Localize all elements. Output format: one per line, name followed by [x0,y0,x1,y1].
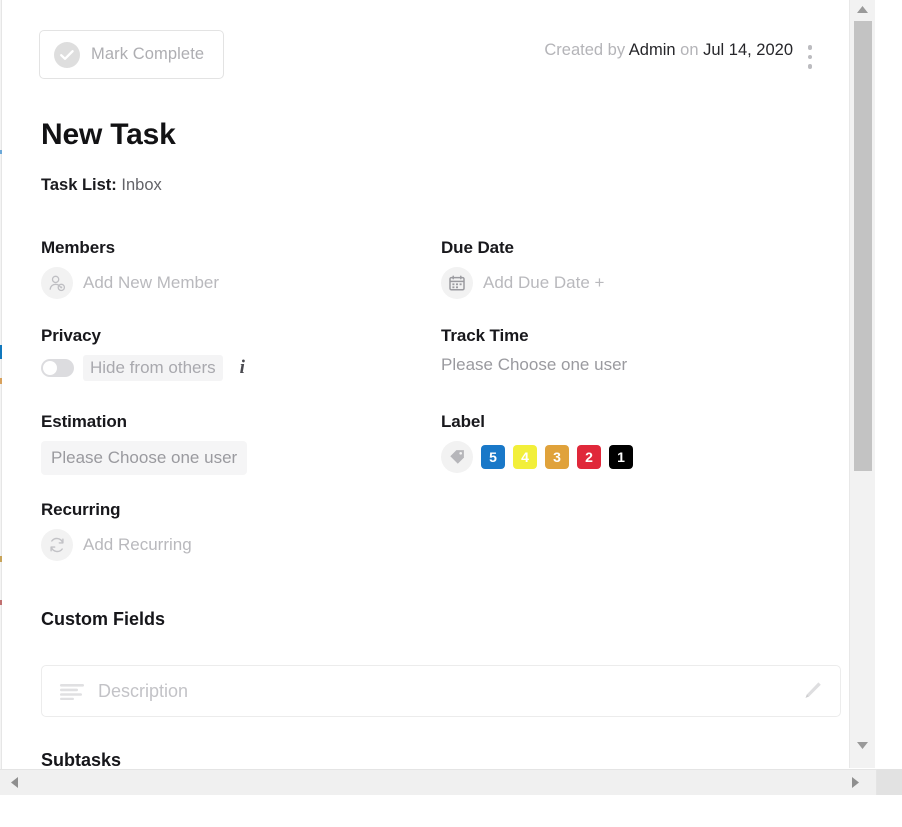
add-recurring-label: Add Recurring [83,535,192,554]
edge-color-segment [0,556,2,562]
check-circle-icon [54,41,80,68]
task-detail-window: Mark Complete Created by Admin on Jul 14… [0,0,902,827]
custom-fields-heading: Custom Fields [41,609,166,629]
mark-complete-label: Mark Complete [91,45,205,63]
label-chip-1[interactable]: 1 [609,445,633,469]
edge-color-segment [0,600,2,605]
recurring-field: Recurring Add Recurring [41,500,431,561]
estimation-value[interactable]: Please Choose one user [41,441,248,475]
edge-color-segment [0,345,2,359]
kebab-dot [807,64,813,69]
add-due-date-label: Add Due Date + [483,273,605,292]
privacy-label: Privacy [41,326,101,345]
label-chip-4[interactable]: 4 [513,445,537,469]
created-by-author: Admin [628,41,676,59]
label-chip-2[interactable]: 2 [577,445,601,469]
field-row-1: Members Add New Member Due Date Add Due … [41,238,841,326]
task-list-value[interactable]: Inbox [121,176,161,194]
calendar-icon [441,267,473,299]
created-by-prefix: Created by [544,41,629,59]
text-lines-icon [59,682,85,700]
edge-color-segment [0,378,2,384]
members-label: Members [41,238,115,257]
scroll-down-arrow-icon[interactable] [850,736,875,755]
label-chip-5[interactable]: 5 [481,445,505,469]
created-by-middle: on [675,41,704,59]
description-field[interactable]: Description [41,665,841,717]
vertical-scrollbar-thumb[interactable] [854,21,872,471]
task-header: Mark Complete Created by Admin on Jul 14… [39,30,839,84]
privacy-field: Privacy Hide from others i [41,326,431,381]
recurring-label: Recurring [41,500,121,519]
page-title: New Task [41,118,176,151]
label-heading: Label [441,412,485,431]
scrollbar-corner [876,769,902,795]
due-date-field: Due Date Add Due Date + [441,238,831,299]
sidebar-edge-strip [0,0,2,795]
refresh-icon [41,529,73,561]
horizontal-scrollbar[interactable] [0,769,876,795]
members-field: Members Add New Member [41,238,431,299]
track-time-label: Track Time [441,326,529,345]
hide-from-others-toggle[interactable] [41,359,74,377]
scroll-up-arrow-icon[interactable] [850,0,875,19]
add-due-date-button[interactable]: Add Due Date + [441,267,831,299]
privacy-row: Hide from others i [41,355,431,381]
scroll-left-arrow-icon[interactable] [4,770,25,795]
estimation-label: Estimation [41,412,127,431]
task-list-label: Task List: [41,176,117,194]
task-fields: Members Add New Member Due Date Add Due … [41,238,841,590]
subtasks-heading: Subtasks [41,750,122,768]
info-icon[interactable]: i [240,357,245,379]
label-chip-row: 5 4 3 2 1 [441,441,831,473]
label-chip-3[interactable]: 3 [545,445,569,469]
created-by-date: Jul 14, 2020 [703,41,793,59]
kebab-dot [807,45,813,50]
kebab-menu-icon[interactable] [797,34,823,80]
task-list-row: Task List: Inbox [41,176,162,195]
vertical-scrollbar[interactable] [849,0,875,768]
due-date-label: Due Date [441,238,514,257]
field-row-4: Recurring Add Recurring [41,500,841,590]
track-time-field: Track Time Please Choose one user [441,326,831,375]
add-member-icon [41,267,73,299]
label-field: Label 5 4 3 2 1 [441,412,831,473]
edge-color-segment [0,150,2,154]
bottom-blank-area [0,795,902,827]
add-new-member-button[interactable]: Add New Member [41,267,431,299]
mark-complete-button[interactable]: Mark Complete [39,30,225,79]
field-row-2: Privacy Hide from others i Track Time Pl… [41,326,841,412]
created-by-info: Created by Admin on Jul 14, 2020 [544,42,793,59]
task-detail-panel: Mark Complete Created by Admin on Jul 14… [3,0,875,768]
kebab-dot [807,54,813,60]
scroll-right-arrow-icon[interactable] [845,770,866,795]
add-recurring-button[interactable]: Add Recurring [41,529,431,561]
tag-icon[interactable] [441,441,473,473]
track-time-value[interactable]: Please Choose one user [441,355,831,375]
estimation-field: Estimation Please Choose one user [41,412,431,475]
field-row-3: Estimation Please Choose one user Label [41,412,841,500]
description-placeholder: Description [98,680,189,701]
hide-from-others-label: Hide from others [83,355,223,381]
pencil-icon[interactable] [800,679,824,703]
add-new-member-label: Add New Member [83,273,220,292]
